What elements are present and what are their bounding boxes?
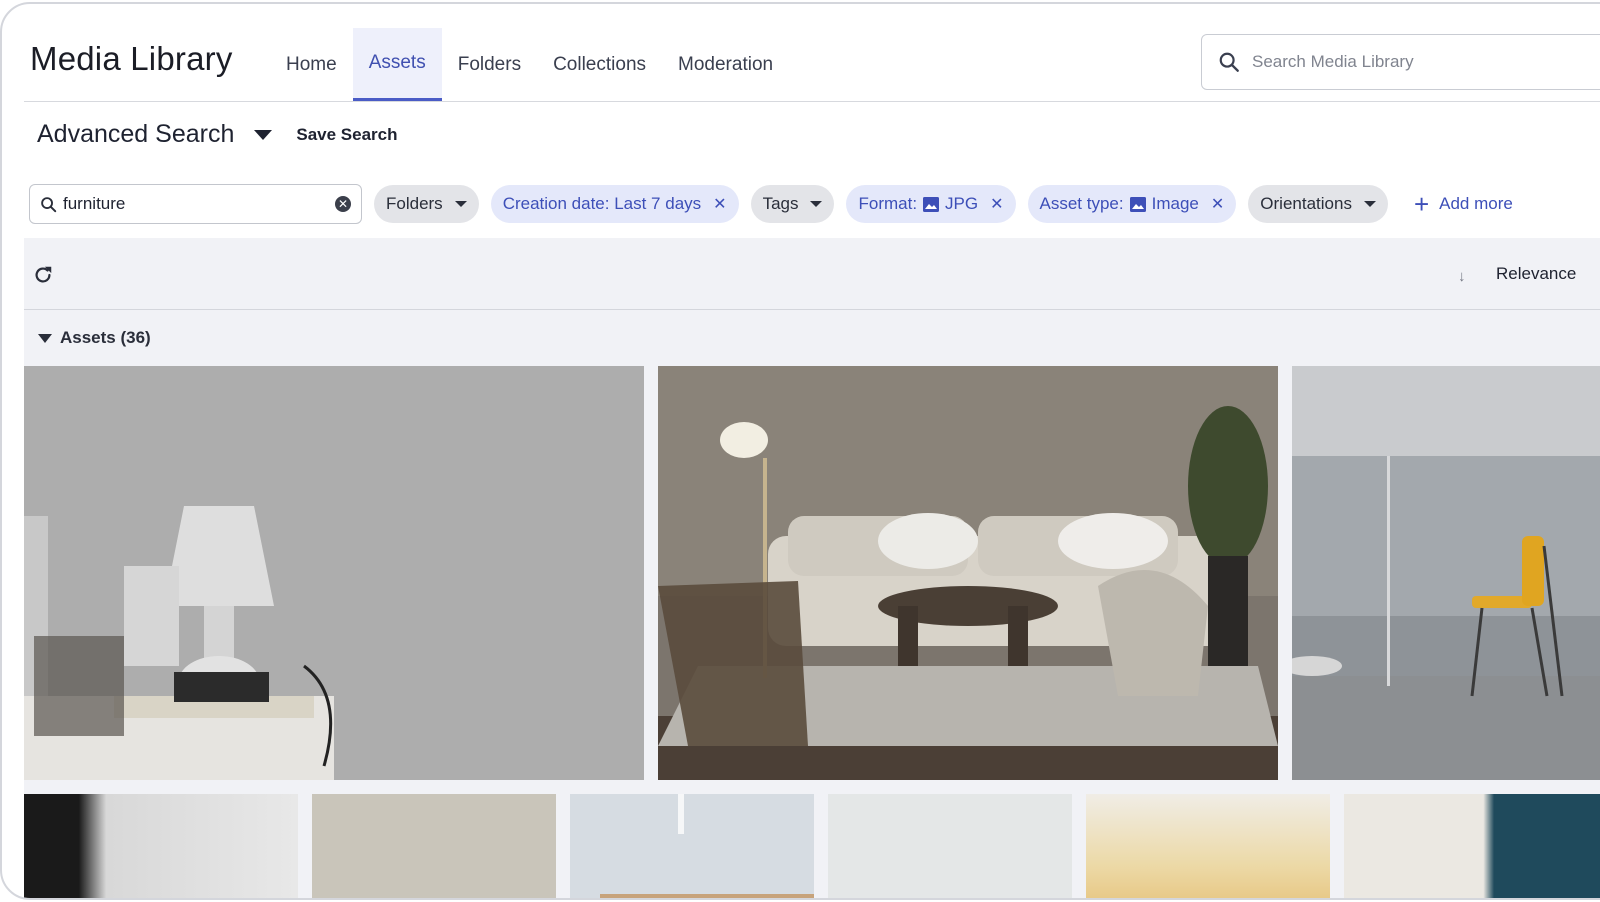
asset-thumbnail[interactable] — [658, 366, 1278, 780]
window-chair-image — [1292, 366, 1600, 780]
filter-orientations-label: Orientations — [1260, 194, 1352, 213]
tab-home[interactable]: Home — [270, 28, 353, 101]
asset-thumbnail[interactable] — [312, 794, 556, 898]
remove-filter-icon[interactable]: ✕ — [713, 194, 726, 214]
sort-direction-icon[interactable]: ↓ — [1458, 268, 1466, 285]
bright-room-image — [570, 794, 814, 898]
query-input[interactable] — [63, 194, 335, 214]
tab-folders[interactable]: Folders — [442, 28, 537, 101]
refresh-icon[interactable] — [32, 264, 54, 286]
chevron-down-icon — [454, 201, 467, 207]
filter-row: ✕ Folders Creation date: Last 7 days ✕ T… — [29, 184, 1513, 224]
global-search[interactable] — [1201, 34, 1600, 90]
tab-assets[interactable]: Assets — [352, 28, 442, 101]
clear-query-icon[interactable]: ✕ — [335, 196, 351, 212]
lamp-table-image — [24, 366, 644, 780]
collapse-icon — [38, 333, 52, 343]
image-icon — [1129, 196, 1146, 212]
filter-creation-date[interactable]: Creation date: Last 7 days ✕ — [490, 185, 739, 223]
chevron-down-icon — [1363, 201, 1376, 207]
assets-group-label: Assets (36) — [60, 328, 151, 347]
results-panel: ↓ Relevance Assets (36) — [24, 238, 1600, 898]
asset-thumbnail[interactable] — [24, 794, 298, 898]
living-room-image — [658, 366, 1278, 780]
advanced-search-title: Advanced Search — [37, 120, 235, 148]
main-nav: Home Assets Folders Collections Moderati… — [270, 28, 789, 102]
tab-moderation[interactable]: Moderation — [662, 28, 789, 101]
assets-group-header[interactable]: Assets (36) — [38, 328, 151, 348]
query-field[interactable]: ✕ — [29, 184, 362, 224]
filter-asset-type-prefix: Asset type: — [1039, 194, 1124, 213]
asset-thumbnail[interactable] — [1292, 366, 1600, 780]
filter-tags-label: Tags — [762, 194, 799, 213]
filter-format[interactable]: Format: JPG ✕ — [846, 185, 1016, 223]
search-icon — [41, 196, 57, 212]
filter-format-prefix: Format: — [858, 194, 918, 213]
asset-thumbnail[interactable] — [1344, 794, 1600, 898]
search-icon — [1219, 52, 1239, 72]
app-window: Media Library Home Assets Folders Collec… — [0, 2, 1600, 900]
remove-filter-icon[interactable]: ✕ — [1211, 194, 1224, 214]
asset-thumbnail[interactable] — [570, 794, 814, 898]
remove-filter-icon[interactable]: ✕ — [990, 194, 1003, 214]
global-search-input[interactable] — [1252, 52, 1552, 72]
results-toolbar: ↓ Relevance — [24, 238, 1600, 310]
asset-thumbnail[interactable] — [828, 794, 1072, 898]
chevron-down-icon — [810, 201, 823, 207]
sort-dropdown[interactable]: Relevance — [1496, 264, 1576, 284]
asset-thumbnail[interactable] — [1086, 794, 1330, 898]
image-icon — [923, 196, 940, 212]
filter-tags[interactable]: Tags — [750, 185, 835, 223]
filter-orientations[interactable]: Orientations — [1248, 185, 1388, 223]
filter-format-value: JPG — [945, 194, 979, 213]
save-search-button[interactable]: Save Search — [296, 125, 397, 145]
header: Media Library Home Assets Folders Collec… — [24, 4, 1600, 102]
app-title: Media Library — [30, 40, 233, 77]
filter-asset-type-value: Image — [1151, 194, 1199, 213]
filter-folders[interactable]: Folders — [374, 185, 479, 223]
chevron-down-icon[interactable] — [254, 129, 273, 140]
filter-creation-date-label: Creation date: Last 7 days — [502, 194, 702, 213]
plus-icon: + — [1413, 189, 1430, 219]
tab-collections[interactable]: Collections — [537, 28, 662, 101]
add-more-filters-button[interactable]: + Add more — [1414, 191, 1513, 217]
asset-thumbnail[interactable] — [24, 366, 644, 780]
filter-asset-type[interactable]: Asset type: Image ✕ — [1027, 185, 1237, 223]
add-more-label: Add more — [1439, 194, 1513, 213]
filter-folders-label: Folders — [386, 194, 443, 213]
advanced-search-bar: Advanced Search Save Search — [37, 120, 398, 149]
